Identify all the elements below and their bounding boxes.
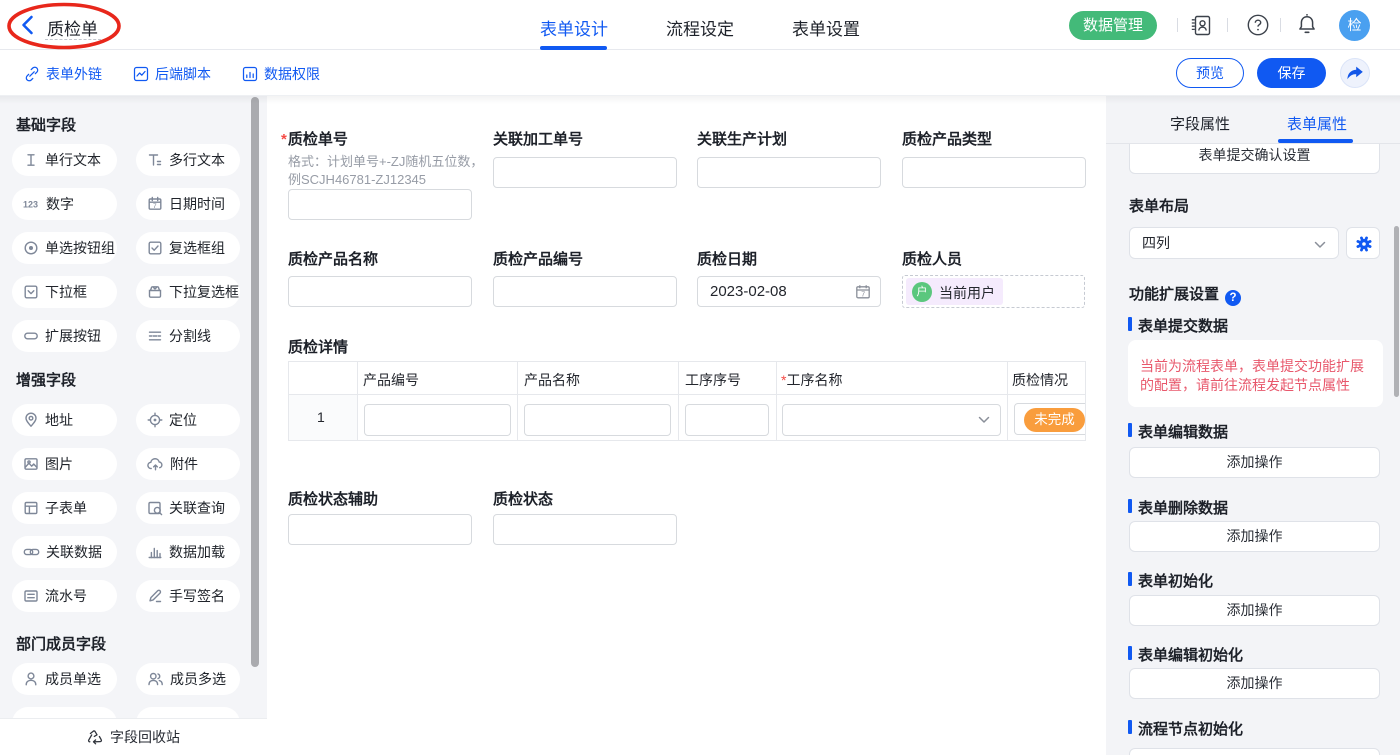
svg-text:7: 7 [153, 203, 157, 210]
svg-text:123: 123 [23, 200, 38, 210]
svg-text:7: 7 [861, 292, 865, 299]
